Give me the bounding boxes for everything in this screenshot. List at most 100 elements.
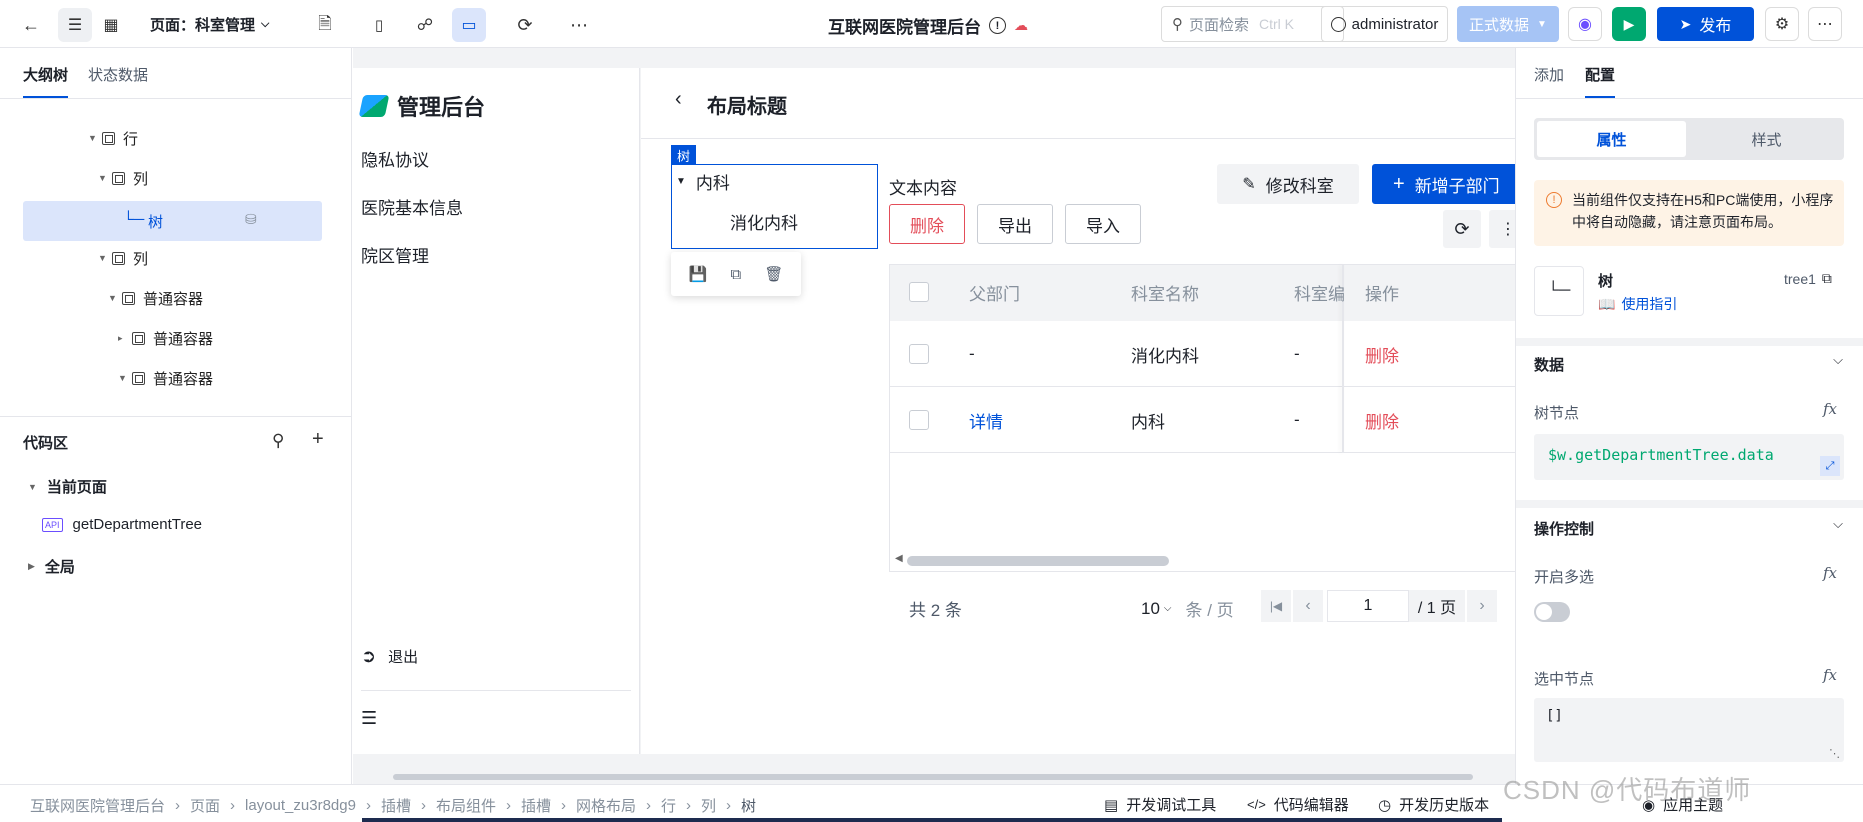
page-list-icon[interactable]: ☰ (58, 8, 92, 42)
guide-link[interactable]: 📖 使用指引 (1598, 294, 1677, 314)
tab-outline-tree[interactable]: 大纲树 (23, 64, 68, 85)
resize-handle-icon[interactable]: ⋱ (1829, 747, 1840, 760)
outline-node-column[interactable]: ▼ 列 (98, 244, 148, 272)
trash-icon[interactable]: 🗑 (764, 265, 783, 283)
checkbox[interactable] (909, 282, 929, 302)
menu-item-hospital-info[interactable]: 医院基本信息 (361, 194, 463, 219)
ai-assistant-icon[interactable]: ◉ (1568, 7, 1602, 41)
outline-node-row[interactable]: ▼ 行 (88, 124, 138, 152)
outline-node-container[interactable]: ▸ 普通容器 (118, 324, 213, 352)
back-chevron-icon[interactable]: ‹ (675, 88, 682, 111)
menu-item-privacy[interactable]: 隐私协议 (361, 146, 429, 171)
table-refresh-button[interactable]: ⟳ (1443, 210, 1481, 248)
breadcrumb-item[interactable]: 插槽 (521, 795, 551, 816)
desktop-view-icon[interactable]: ▭ (452, 8, 486, 42)
next-page-button[interactable]: › (1467, 590, 1497, 622)
breadcrumb-item[interactable]: 列 (701, 795, 716, 816)
table-horizontal-scrollbar[interactable]: ◀ (895, 553, 1515, 566)
code-current-page[interactable]: ▼ 当前页面 (28, 476, 107, 497)
preview-play-button[interactable]: ▶ (1612, 7, 1646, 41)
breadcrumb-item[interactable]: 布局组件 (436, 795, 496, 816)
code-global[interactable]: ▶ 全局 (28, 556, 75, 577)
tab-config[interactable]: 配置 (1585, 64, 1615, 85)
menu-item-campus[interactable]: 院区管理 (361, 242, 429, 267)
scrollbar-thumb[interactable] (907, 556, 1169, 566)
row-delete-link[interactable]: 删除 (1365, 387, 1399, 453)
breadcrumb-item[interactable]: 插槽 (381, 795, 411, 816)
page-size-select[interactable]: 10 ⌵ 条 / 页 (1141, 596, 1234, 621)
checkbox[interactable] (909, 344, 929, 364)
breadcrumb-item[interactable]: 互联网医院管理后台 (30, 795, 165, 816)
table-header-checkbox[interactable] (909, 264, 929, 320)
selected-nodes-input[interactable]: [] ⋱ (1534, 698, 1844, 762)
tree-nodes-input[interactable]: $w.getDepartmentTree.data ⤢ (1534, 434, 1844, 480)
section-operation-control[interactable]: 操作控制 (1534, 518, 1594, 539)
copy-icon[interactable]: ⧉ (1822, 270, 1832, 287)
tab-add[interactable]: 添加 (1534, 64, 1564, 85)
more-icon[interactable]: ⋯ (562, 8, 596, 42)
row-detail-link[interactable]: 详情 (969, 387, 1003, 453)
prev-page-button[interactable]: ‹ (1293, 590, 1323, 622)
breadcrumb-item[interactable]: 行 (661, 795, 676, 816)
code-editor-button[interactable]: </> 代码编辑器 (1247, 794, 1349, 815)
delete-button[interactable]: 删除 (889, 204, 965, 244)
segment-properties[interactable]: 属性 (1537, 121, 1686, 157)
miniapp-view-icon[interactable]: ☍ (408, 8, 442, 42)
add-sub-department-button[interactable]: + 新增子部门 (1372, 164, 1515, 204)
export-button[interactable]: 导出 (977, 204, 1053, 244)
database-icon[interactable]: ⛁ (245, 211, 257, 228)
add-icon[interactable]: + (312, 428, 324, 451)
first-page-button[interactable]: |◀ (1261, 590, 1291, 622)
outline-node-container[interactable]: ▼ 普通容器 (108, 284, 203, 312)
outline-node-column[interactable]: ▼ 列 (98, 164, 148, 192)
chevron-down-icon[interactable]: ⌵ (1833, 516, 1843, 532)
mobile-view-icon[interactable]: ▯ (362, 8, 396, 42)
copy-icon[interactable]: ⧉ (730, 266, 741, 283)
search-icon[interactable]: ⚲ (272, 431, 284, 451)
row-checkbox[interactable] (909, 387, 929, 453)
chevron-down-icon[interactable]: ⌵ (1833, 352, 1843, 368)
fx-icon[interactable]: fx (1823, 666, 1837, 684)
page-input[interactable]: 1 (1327, 590, 1409, 622)
breadcrumb-item[interactable]: 页面 (190, 795, 220, 816)
tree-component[interactable]: ▼ 内科 消化内科 (671, 164, 878, 249)
more-icon[interactable]: ⋯ (1808, 7, 1842, 41)
history-button[interactable]: ◷ 开发历史版本 (1378, 794, 1489, 815)
back-arrow-icon[interactable]: ← (14, 8, 48, 42)
outline-node-container[interactable]: ▼ 普通容器 (118, 364, 213, 392)
dev-tools-button[interactable]: ▤ 开发调试工具 (1104, 794, 1216, 815)
fx-icon[interactable]: fx (1823, 564, 1837, 582)
fx-icon[interactable]: fx (1823, 400, 1837, 418)
layout-icon[interactable]: ▦ (94, 8, 128, 42)
checkbox[interactable] (909, 410, 929, 430)
menu-collapse-icon[interactable]: ☰ (361, 708, 377, 729)
publish-button[interactable]: ➤ 发布 (1657, 7, 1754, 41)
save-icon[interactable]: 💾 (689, 265, 708, 283)
row-delete-link[interactable]: 删除 (1365, 321, 1399, 387)
row-checkbox[interactable] (909, 321, 929, 387)
table-row[interactable] (890, 321, 1515, 387)
canvas-horizontal-scrollbar[interactable] (393, 774, 1473, 780)
expand-editor-icon[interactable]: ⤢ (1820, 456, 1840, 476)
new-page-icon[interactable]: 🗎 (308, 8, 342, 42)
tab-state-data[interactable]: 状态数据 (88, 64, 148, 85)
breadcrumb-item[interactable]: 网格布局 (576, 795, 636, 816)
edit-department-button[interactable]: ✎ 修改科室 (1217, 164, 1359, 204)
tree-node-child[interactable]: 消化内科 (730, 209, 798, 234)
refresh-icon[interactable]: ⟳ (508, 8, 542, 42)
section-data[interactable]: 数据 (1534, 354, 1564, 375)
table-settings-button[interactable]: ⋮ (1489, 210, 1515, 248)
outline-node-tree-selected[interactable]: └─ 树 ⛁ (23, 201, 322, 241)
import-button[interactable]: 导入 (1065, 204, 1141, 244)
breadcrumb-item[interactable]: layout_zu3r8dg9 (245, 797, 356, 814)
settings-icon[interactable]: ⚙ (1765, 7, 1799, 41)
env-selector[interactable]: 正式数据 ▼ (1457, 6, 1559, 42)
api-item[interactable]: API getDepartmentTree (42, 516, 202, 533)
user-button[interactable]: administrator (1321, 6, 1448, 42)
segment-style[interactable]: 样式 (1692, 121, 1841, 157)
page-search[interactable]: ⚲ 页面检索 Ctrl K (1161, 6, 1344, 42)
multi-select-toggle[interactable] (1534, 602, 1570, 622)
breadcrumb-item-current[interactable]: 树 (741, 795, 756, 816)
logout-button[interactable]: ➲ 退出 (361, 646, 418, 667)
page-selector[interactable]: 页面：科室管理 ⌵ (150, 14, 269, 35)
